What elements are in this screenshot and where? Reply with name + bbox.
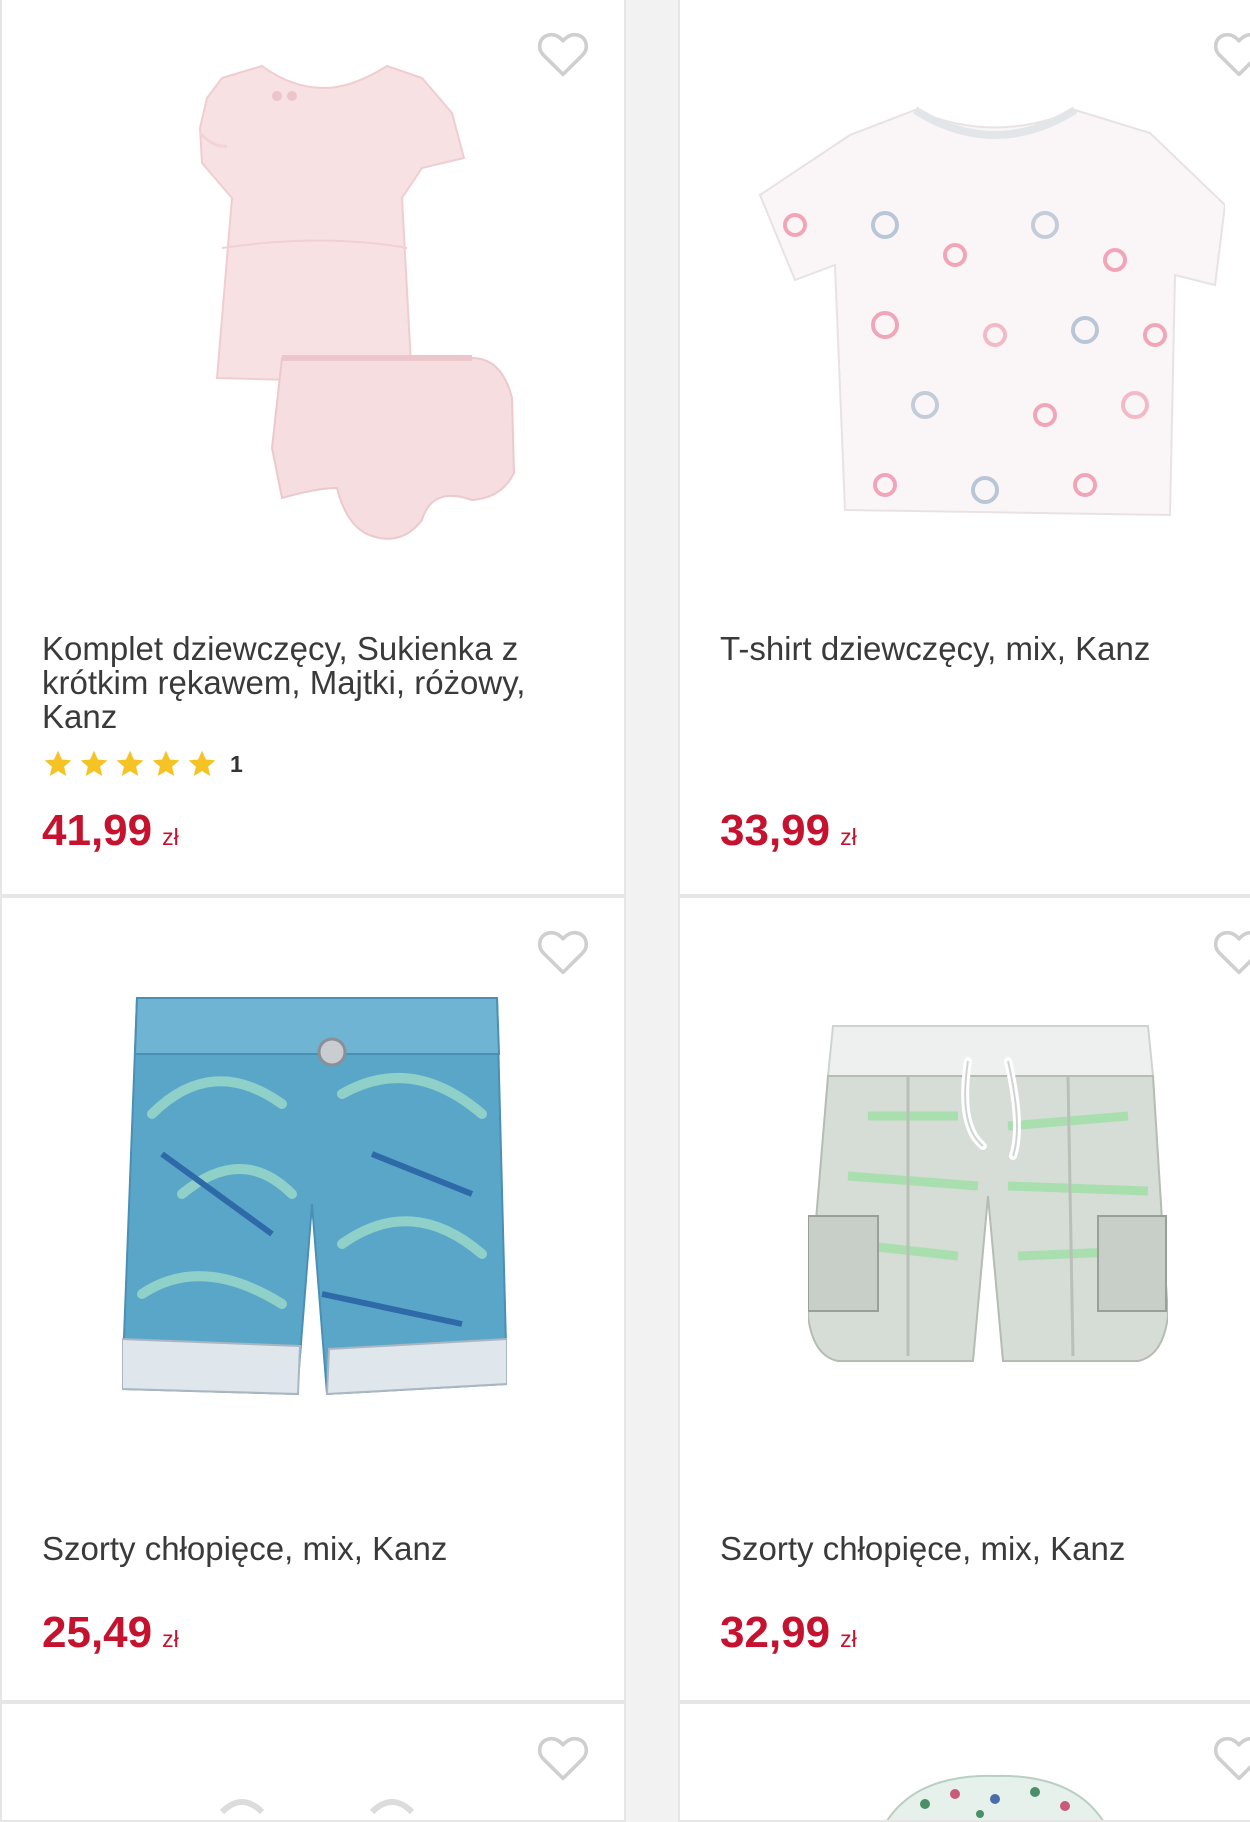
product-price: 25,49 zł bbox=[42, 1608, 179, 1658]
rating-count: 1 bbox=[230, 750, 243, 777]
product-image[interactable] bbox=[885, 1764, 1105, 1820]
product-image[interactable] bbox=[806, 1016, 1170, 1416]
price-currency: zł bbox=[840, 1626, 857, 1652]
product-title[interactable]: Szorty chłopięce, mix, Kanz bbox=[42, 1532, 582, 1566]
product-image[interactable] bbox=[202, 1782, 432, 1820]
product-card[interactable]: T-shirt dziewczęcy, mix, Kanz 33,99 zł bbox=[678, 0, 1250, 896]
star-icon bbox=[44, 750, 72, 776]
star-icon bbox=[116, 750, 144, 776]
wishlist-heart-icon[interactable] bbox=[1212, 1732, 1250, 1782]
product-card[interactable]: Szorty chłopięce, mix, Kanz 25,49 zł bbox=[0, 896, 626, 1702]
price-currency: zł bbox=[162, 1626, 179, 1652]
star-icon bbox=[188, 750, 216, 776]
star-icon bbox=[152, 750, 180, 776]
product-price: 32,99 zł bbox=[720, 1608, 857, 1658]
product-card[interactable]: Szorty chłopięce, mix, Kanz 32,99 zł bbox=[678, 896, 1250, 1702]
price-currency: zł bbox=[840, 824, 857, 850]
product-grid: Komplet dziewczęcy, Sukienka z krótkim r… bbox=[0, 0, 1250, 1822]
price-amount: 41,99 bbox=[42, 806, 153, 855]
product-title[interactable]: Szorty chłopięce, mix, Kanz bbox=[720, 1532, 1250, 1566]
wishlist-heart-icon[interactable] bbox=[1212, 926, 1250, 976]
product-price: 33,99 zł bbox=[720, 806, 857, 856]
product-image[interactable] bbox=[755, 105, 1227, 525]
star-icon bbox=[80, 750, 108, 776]
price-currency: zł bbox=[162, 824, 179, 850]
product-rating: 1 bbox=[42, 746, 243, 782]
price-amount: 33,99 bbox=[720, 806, 831, 855]
product-card[interactable] bbox=[0, 1702, 626, 1822]
wishlist-heart-icon[interactable] bbox=[536, 28, 590, 78]
price-amount: 25,49 bbox=[42, 1608, 153, 1657]
price-amount: 32,99 bbox=[720, 1608, 831, 1657]
product-title[interactable]: Komplet dziewczęcy, Sukienka z krótkim r… bbox=[42, 632, 582, 734]
product-card[interactable]: Komplet dziewczęcy, Sukienka z krótkim r… bbox=[0, 0, 626, 896]
product-card[interactable] bbox=[678, 1702, 1250, 1822]
product-title[interactable]: T-shirt dziewczęcy, mix, Kanz bbox=[720, 632, 1250, 666]
wishlist-heart-icon[interactable] bbox=[536, 926, 590, 976]
product-price: 41,99 zł bbox=[42, 806, 179, 856]
product-image[interactable] bbox=[102, 58, 522, 558]
wishlist-heart-icon[interactable] bbox=[1212, 28, 1250, 78]
wishlist-heart-icon[interactable] bbox=[536, 1732, 590, 1782]
product-image[interactable] bbox=[120, 994, 509, 1432]
